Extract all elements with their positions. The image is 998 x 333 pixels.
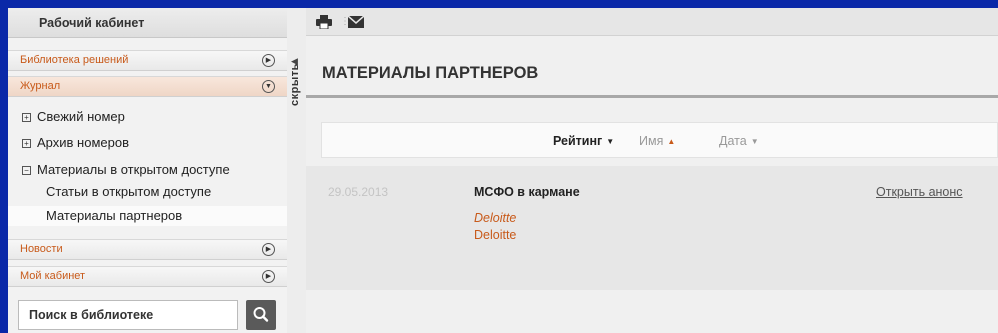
sort-by-name[interactable]: Имя ▲ xyxy=(639,134,675,148)
caret-up-icon: ▲ xyxy=(667,137,676,146)
tree-item-label: Архив номеров xyxy=(37,135,129,150)
section-news-label: Новости xyxy=(20,243,63,255)
sidebar-title: Рабочий кабинет xyxy=(8,8,287,38)
section-cabinet[interactable]: Мой кабинет ▶ xyxy=(8,266,287,287)
sort-rating-label: Рейтинг xyxy=(553,134,603,148)
tree-item-open-materials[interactable]: − Материалы в открытом доступе xyxy=(22,160,230,180)
toolbar: ⋮ xyxy=(306,8,998,36)
page-title: МАТЕРИАЛЫ ПАРТНЕРОВ xyxy=(322,64,539,82)
sort-by-date[interactable]: Дата ▼ xyxy=(719,134,759,148)
caret-down-icon: ▼ xyxy=(750,137,759,146)
mail-icon[interactable] xyxy=(347,15,365,31)
sidebar: Рабочий кабинет Библиотека решений ▶ Жур… xyxy=(8,8,287,333)
section-library-label: Библиотека решений xyxy=(20,54,129,66)
sub-item-partners[interactable]: Материалы партнеров xyxy=(8,206,287,226)
result-item: 29.05.2013 МСФО в кармане Deloitte Deloi… xyxy=(306,166,998,290)
section-journal[interactable]: Журнал ▼ xyxy=(8,76,287,97)
result-date: 29.05.2013 xyxy=(328,185,389,199)
expand-circle-icon[interactable]: ▶ xyxy=(262,270,275,283)
open-preview-link[interactable]: Открыть анонс xyxy=(876,185,963,199)
result-title[interactable]: МСФО в кармане xyxy=(474,185,580,199)
print-icon[interactable] xyxy=(316,15,332,32)
sort-name-label: Имя xyxy=(639,134,664,148)
collapse-label[interactable]: скрыть xyxy=(289,63,301,106)
collapse-circle-icon[interactable]: ▼ xyxy=(262,80,275,93)
search-icon xyxy=(253,307,269,322)
library-search: Поиск в библиотеке xyxy=(8,295,287,333)
section-journal-label: Журнал xyxy=(20,80,61,92)
main-content: ⋮ МАТЕРИАЛЫ ПАРТНЕРОВ Рейтинг ▼ Имя ▲ Дата… xyxy=(306,8,998,333)
sort-bar: Рейтинг ▼ Имя ▲ Дата ▼ xyxy=(321,122,998,158)
caret-down-icon: ▼ xyxy=(606,137,615,146)
sub-item-articles[interactable]: Статьи в открытом доступе xyxy=(8,182,287,202)
tree-item-label: Свежий номер xyxy=(37,109,125,124)
section-news[interactable]: Новости ▶ xyxy=(8,239,287,260)
sort-by-rating[interactable]: Рейтинг ▼ xyxy=(553,134,614,148)
result-company[interactable]: Deloitte xyxy=(474,228,516,242)
section-library[interactable]: Библиотека решений ▶ xyxy=(8,50,287,71)
title-divider xyxy=(306,95,998,98)
plus-box-icon[interactable]: + xyxy=(22,139,31,148)
plus-box-icon[interactable]: + xyxy=(22,113,31,122)
search-input[interactable]: Поиск в библиотеке xyxy=(18,300,238,330)
result-author[interactable]: Deloitte xyxy=(474,211,516,225)
tree-item-archive[interactable]: + Архив номеров xyxy=(22,133,129,153)
search-button[interactable] xyxy=(246,300,276,330)
sidebar-collapse-toggle[interactable]: ◀ скрыть xyxy=(287,8,306,333)
expand-circle-icon[interactable]: ▶ xyxy=(262,243,275,256)
tree-item-fresh-issue[interactable]: + Свежий номер xyxy=(22,107,125,127)
section-cabinet-label: Мой кабинет xyxy=(20,270,86,282)
sort-date-label: Дата xyxy=(719,134,747,148)
minus-box-icon[interactable]: − xyxy=(22,166,31,175)
expand-circle-icon[interactable]: ▶ xyxy=(262,54,275,67)
tree-item-label: Материалы в открытом доступе xyxy=(37,162,230,177)
